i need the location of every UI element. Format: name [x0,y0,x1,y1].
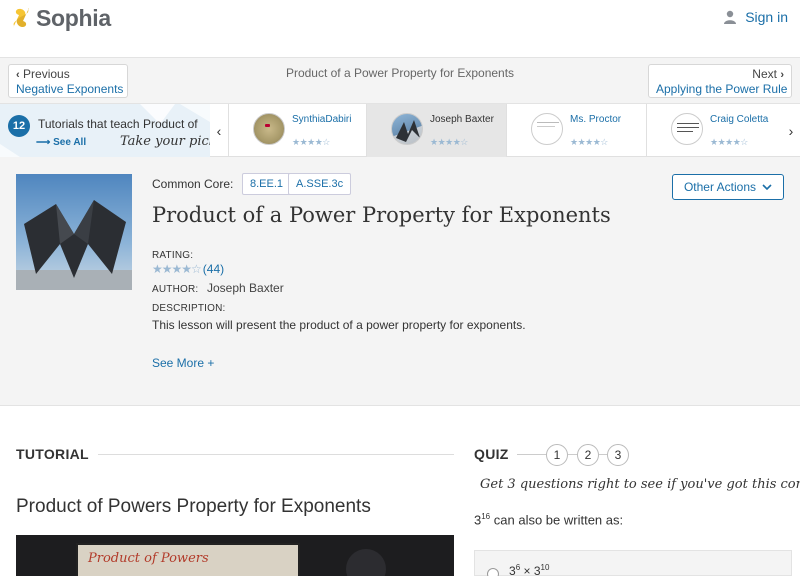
lesson-summary: Common Core: 8.EE.1 A.SSE.3c Other Actio… [0,157,800,406]
avatar [253,113,285,145]
previous-small-label: Previous [23,67,70,81]
tutor-name: Ms. Proctor [570,114,622,125]
tutor-card[interactable]: Craig Coletta ★★★★☆ [646,104,786,157]
signin-label: Sign in [745,9,788,25]
standard-tag[interactable]: A.SSE.3c [288,173,352,195]
carousel-prev-button[interactable]: ‹ [210,104,228,157]
see-more-link[interactable]: See More + [152,356,214,370]
signin-link[interactable]: Sign in [723,9,788,25]
answer-middle: × 3 [520,564,541,576]
next-lesson-title: Applying the Power Rule [656,82,788,96]
tutorials-count-badge: 12 [8,115,30,137]
video-slide: Product of Powers [76,543,300,576]
avatar [671,113,703,145]
tutor-name: Craig Coletta [710,114,769,125]
slide-text: Product of Powers [88,551,209,566]
quiz-question-text: 316 can also be written as: [474,512,623,527]
quiz-question-1[interactable]: 1 [546,444,568,466]
quiz-progress-line [517,454,547,455]
chevron-left-icon: ‹ [216,122,222,139]
question-exponent: 16 [481,512,491,521]
lesson-title: Product of a Power Property for Exponent… [152,203,611,227]
tutorials-count-panel: 12 Tutorials that teach Product of a Pow… [0,104,210,157]
chevron-left-icon: ‹ [16,69,20,81]
video-title: Product of Powers Property for Exponents [16,496,371,517]
video-figure [346,549,386,576]
take-your-pick-text: Take your pick: [120,134,210,149]
tutor-card[interactable]: Ms. Proctor ★★★★☆ [506,104,646,157]
tutorials-strip: 12 Tutorials that teach Product of a Pow… [0,104,800,157]
tutorial-heading: TUTORIAL [16,446,89,462]
user-icon [724,10,737,24]
author-label: AUTHOR: [152,284,199,295]
carousel-next-button[interactable]: › [782,104,800,157]
lesson-thumbnail [16,174,132,290]
avatar [391,113,423,145]
common-core-label: Common Core: [152,177,234,191]
nav-lesson-title: Product of a Power Property for Exponent… [285,66,515,80]
next-lesson-button[interactable]: Next › Applying the Power Rule [648,64,792,98]
quiz-question-3[interactable]: 3 [607,444,629,466]
tutor-rating-stars: ★★★★☆ [710,137,748,147]
tutor-rating-stars: ★★★★☆ [570,137,608,147]
other-actions-label: Other Actions [683,180,757,194]
tutor-name: SynthiaDabiri [292,114,352,125]
answer-text: 36 × 310 [509,563,549,576]
see-all-link[interactable]: ⟶ See All [36,137,86,148]
tutor-rating-stars: ★★★★☆ [292,137,330,147]
rating-stars: ★★★★☆ [152,262,202,276]
sculpture-thumbnail [396,120,420,142]
other-actions-dropdown[interactable]: Other Actions [672,174,784,200]
answer-base: 3 [509,564,516,576]
tutor-card[interactable]: SynthiaDabiri ★★★★☆ [228,104,368,157]
divider [98,454,454,455]
quiz-question-2[interactable]: 2 [577,444,599,466]
answer-option[interactable]: 36 × 310 [474,550,792,576]
tutor-card-selected[interactable]: Joseph Baxter ★★★★☆ [366,104,506,157]
lesson-description: This lesson will present the product of … [152,318,526,332]
author-name: Joseph Baxter [207,281,284,295]
video-player[interactable]: Product of Powers [16,535,454,576]
chevron-right-icon: › [788,122,794,139]
see-all-label: See All [53,137,87,148]
tutorials-label: Tutorials that teach Product of a Power … [38,117,198,131]
sophia-logo[interactable]: Sophia [10,3,111,33]
lesson-nav: ‹ Previous Negative Exponents Product of… [0,58,800,104]
previous-lesson-button[interactable]: ‹ Previous Negative Exponents [8,64,128,98]
answer-exponent: 10 [540,563,550,572]
rating-count-link[interactable]: (44) [203,262,224,276]
chevron-right-icon: › [780,69,784,81]
next-small-label: Next [752,67,777,81]
tutor-rating-stars: ★★★★☆ [430,137,468,147]
rating: ★★★★☆ (44) [152,262,224,276]
arrow-right-icon: ⟶ [36,137,51,148]
standard-tag[interactable]: 8.EE.1 [242,173,292,195]
quiz-heading: QUIZ [474,446,509,462]
tutor-name: Joseph Baxter [430,114,494,125]
description-label: DESCRIPTION: [152,303,226,314]
chevron-down-icon [762,184,772,190]
previous-lesson-title: Negative Exponents [16,82,124,96]
rating-label: RATING: [152,250,194,261]
sculpture-image [16,174,132,290]
avatar [531,113,563,145]
quiz-progress-line [599,454,607,455]
logo-text: Sophia [36,4,111,31]
sophia-logo-icon [13,8,29,28]
site-header: Sophia Sign in [0,0,800,58]
question-rest: can also be written as: [493,512,624,528]
quiz-tagline: Get 3 questions right to see if you've g… [480,477,800,492]
answer-radio[interactable] [487,568,499,576]
